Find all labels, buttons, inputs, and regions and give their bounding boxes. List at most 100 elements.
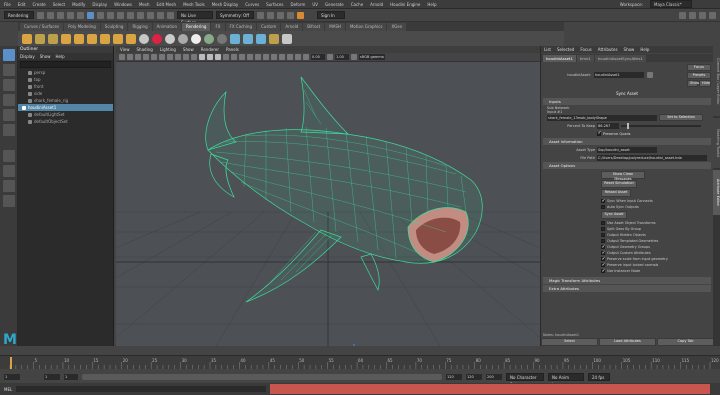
sync-asset-button[interactable]: Sync Asset [601,211,627,219]
ae-menu-attributes[interactable]: Attributes [598,47,618,52]
persp-graph-layout-icon[interactable] [2,195,15,207]
symmetry-dropdown[interactable]: Symmetry: Off [216,11,254,19]
auto-sync-outputs-checkbox[interactable] [601,205,605,209]
ae-tab-time[interactable]: time1 [576,54,594,62]
use-asset-object-transforms-checkbox[interactable] [601,221,605,225]
range-slider[interactable] [82,373,442,380]
batch-render-icon[interactable] [256,33,266,44]
menu-set-dropdown[interactable]: Rendering [4,11,34,19]
surface-shader-icon[interactable] [191,33,201,44]
menu-houdini-engine[interactable]: Houdini Engine [390,2,420,7]
snap-view-plane-icon[interactable] [157,11,164,19]
directional-light-icon[interactable] [74,33,84,44]
outliner-item[interactable]: defaultLightSet [18,111,113,118]
outliner-menu-help[interactable]: Help [56,54,65,59]
shelf-tab-rigging[interactable]: Rigging [128,22,152,31]
move-tool-icon[interactable] [2,94,15,106]
menu-modify[interactable]: Modify [72,2,85,7]
point-light-icon[interactable] [87,33,97,44]
snap-grid-icon[interactable] [127,11,134,19]
live-surface-field[interactable]: No Live Surface [177,11,213,25]
smooth-shade-icon[interactable] [207,54,213,60]
camera-aim-icon[interactable] [35,33,45,44]
viewport-menu-shading[interactable]: Shading [137,47,153,52]
ae-menu-focus[interactable]: Focus [580,47,591,52]
xray-joints-icon[interactable] [295,54,301,60]
backface-culling-icon[interactable] [303,54,309,60]
wireframe-on-shaded-icon[interactable] [215,54,221,60]
paint-select-tool-icon[interactable] [2,79,15,91]
focus-button[interactable]: Focus [687,63,711,71]
outliner-item[interactable]: defaultObjectSet [18,118,113,125]
section-asset-options[interactable]: Asset Options [543,162,711,169]
side-tab-modeling-toolkit[interactable]: Modeling Toolkit [713,118,720,168]
fps-dropdown[interactable]: 24 fps [588,372,610,381]
viewport-scene[interactable] [116,62,540,346]
shelf-tab-fx[interactable]: FX [211,22,225,31]
geo-input-field[interactable]: shark_female_13mob_bodyShape [547,114,657,121]
split-geos-by-group-checkbox[interactable] [601,227,605,231]
gate-mask-icon[interactable] [183,54,189,60]
bookmark-icon[interactable] [127,54,133,60]
select-hierarchy-icon[interactable] [87,11,94,19]
menu-curves[interactable]: Curves [245,2,259,7]
anim-layer-dropdown[interactable]: No Anim Layer [548,372,584,387]
output-geometry-groups-checkbox[interactable] [601,244,606,250]
viewport-menu-show[interactable]: Show [183,47,194,52]
persp-outliner-layout-icon[interactable] [2,180,15,192]
end-time-field[interactable]: 120 [466,373,482,380]
image-plane-icon[interactable] [135,54,141,60]
outliner-item[interactable]: front [18,83,113,90]
reload-asset-button[interactable]: Reload Asset [601,189,631,197]
viewport-panel[interactable]: View Shading Lighting Show Renderer Pane… [116,46,540,346]
copy-tab-button[interactable]: Copy Tab [657,338,714,346]
sync-when-input-connects-checkbox[interactable] [601,198,606,204]
range-start-field[interactable]: 1 [44,373,60,380]
section-extra-attributes[interactable]: Extra Attributes [543,285,711,292]
hypershade-icon[interactable] [287,11,294,19]
grid-toggle-icon[interactable] [159,54,165,60]
ae-menu-selected[interactable]: Selected [557,47,574,52]
ambient-light-icon[interactable] [61,33,71,44]
ae-node-goto-icon[interactable] [647,72,653,78]
select-component-icon[interactable] [107,11,114,19]
command-language-label[interactable]: MEL [4,387,12,392]
output-hidden-objects-checkbox[interactable] [601,233,605,237]
shelf-tab-animation[interactable]: Animation [152,22,182,31]
menu-edit[interactable]: Edit [18,2,26,7]
use-instancer-node-checkbox[interactable] [601,268,606,274]
ramp-shader-icon[interactable] [204,33,214,44]
end-time-2-field[interactable]: 200 [486,373,502,380]
select-button[interactable]: Select [541,338,598,346]
layered-shader-icon[interactable] [217,33,227,44]
scale-tool-icon[interactable] [2,124,15,136]
outliner-item-selected[interactable]: houdiniAsset1 [18,104,113,111]
menu-deform[interactable]: Deform [290,2,305,7]
grease-pencil-icon[interactable] [151,54,157,60]
menu-cache[interactable]: Cache [351,2,363,7]
reset-simulation-button[interactable]: Reset Simulation [601,180,637,188]
viewport-menu-renderer[interactable]: Renderer [201,47,219,52]
shelf-tab-motion-graphics[interactable]: Motion Graphics [345,22,387,31]
output-custom-attributes-checkbox[interactable] [601,250,606,256]
single-perspective-layout-icon[interactable] [2,150,15,162]
depth-of-field-icon[interactable] [271,54,277,60]
hypershade-shelf-icon[interactable] [282,33,292,44]
hide-button[interactable]: Hide [699,79,711,87]
undo-icon[interactable] [67,11,74,19]
phonge-material-icon[interactable] [178,33,188,44]
start-time-field[interactable]: 1 [4,373,20,380]
set-to-selection-button[interactable]: Set to Selection [659,114,703,121]
viewport-menu-panels[interactable]: Panels [226,47,239,52]
shelf-tab-bifrost[interactable]: Bifrost [303,22,325,31]
menu-uv[interactable]: UV [312,2,318,7]
percent-slider[interactable] [621,122,701,129]
make-live-icon[interactable] [167,11,174,19]
motion-blur-icon[interactable] [255,54,261,60]
ae-node-name-field[interactable]: houdiniAsset1 [594,72,644,78]
textured-icon[interactable] [223,54,229,60]
sidebar-toggle-icon[interactable] [679,11,686,19]
screen-space-ao-icon[interactable] [247,54,253,60]
section-asset-information[interactable]: Asset Information [543,138,711,145]
time-slider[interactable]: 5 10 15 20 25 30 35 40 45 50 55 60 65 70 75 80 85 90 95 100… [0,355,720,369]
